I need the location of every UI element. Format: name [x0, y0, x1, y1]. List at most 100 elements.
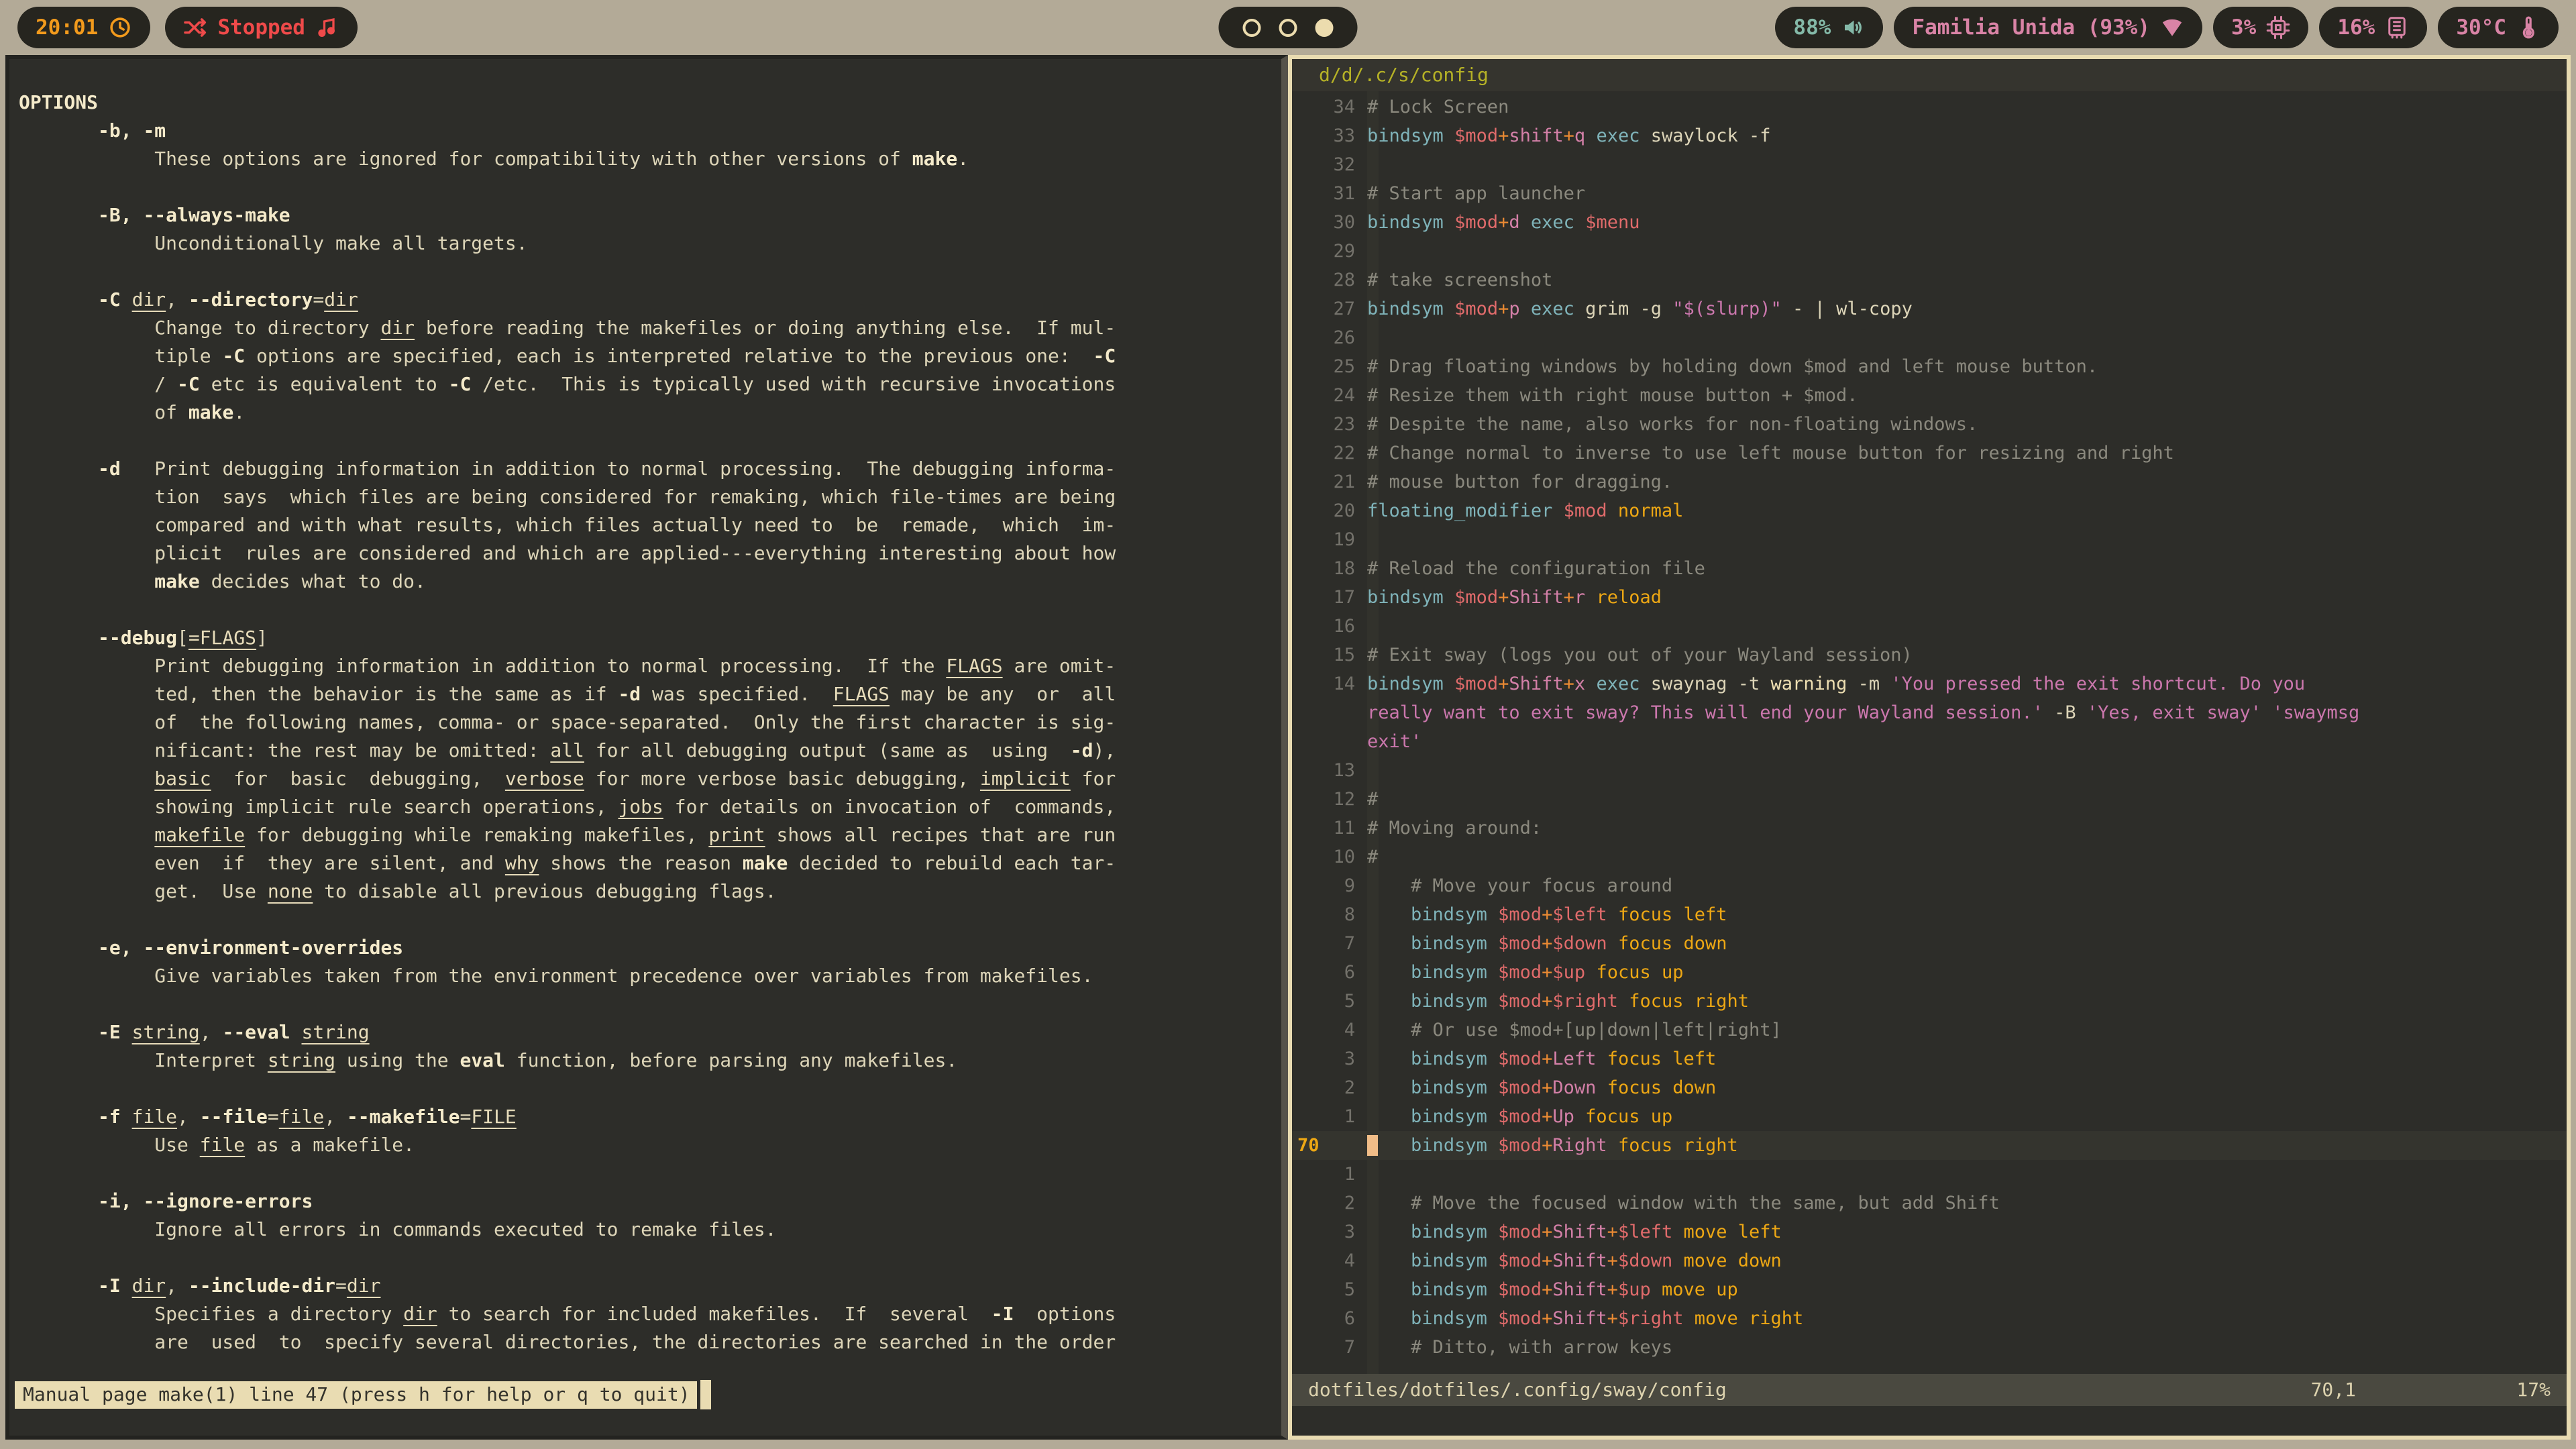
line-number: 31 — [1292, 179, 1367, 208]
wifi-label: Familia Unida (93%) — [1912, 15, 2150, 40]
cpu-label: 3% — [2231, 15, 2256, 40]
man-page-line: -C dir, --directory=dir — [19, 286, 1281, 314]
code-text: # Resize them with right mouse button + … — [1367, 381, 1858, 410]
tiled-windows-area: OPTIONS -b, -m These options are ignored… — [0, 55, 2576, 1440]
line-number: 20 — [1292, 496, 1367, 525]
clock-label: 20:01 — [36, 15, 98, 40]
man-page-line: Give variables taken from the environmen… — [19, 962, 1281, 990]
line-number: 23 — [1292, 410, 1367, 439]
man-page-line: -d Print debugging information in additi… — [19, 455, 1281, 483]
editor-window[interactable]: d/d/.c/s/config 34# Lock Screen33bindsym… — [1288, 55, 2571, 1440]
man-page-line — [19, 1244, 1281, 1272]
line-number: 33 — [1292, 121, 1367, 150]
line-number: 22 — [1292, 439, 1367, 468]
buffer-line: 7 # Ditto, with arrow keys — [1292, 1333, 2567, 1362]
cpu-icon — [2266, 15, 2290, 40]
code-text: bindsym $mod+Shift+$right move right — [1367, 1304, 1803, 1333]
code-text: bindsym $mod+shift+q exec swaylock -f — [1367, 121, 1771, 150]
buffer-line: 3 bindsym $mod+Left focus left — [1292, 1044, 2567, 1073]
code-text: # Drag floating windows by holding down … — [1367, 352, 2098, 381]
memory-pill[interactable]: 16% — [2319, 7, 2427, 48]
buffer-line: 5 bindsym $mod+Shift+$up move up — [1292, 1275, 2567, 1304]
code-text: # Reload the configuration file — [1367, 554, 1705, 583]
man-page-line: -I dir, --include-dir=dir — [19, 1272, 1281, 1300]
buffer-line: 5 bindsym $mod+$right focus right — [1292, 987, 2567, 1016]
line-number: 1 — [1292, 1160, 1367, 1189]
code-text: really want to exit sway? This will end … — [1367, 698, 2359, 727]
workspace-dot-3-active[interactable] — [1316, 19, 1334, 37]
buffer-line-current: 70 bindsym $mod+Right focus right — [1292, 1131, 2567, 1160]
line-number: 4 — [1292, 1016, 1367, 1044]
buffer-line: 12# — [1292, 785, 2567, 814]
code-text: bindsym $mod+Up focus up — [1367, 1102, 1672, 1131]
terminal-window[interactable]: OPTIONS -b, -m These options are ignored… — [5, 55, 1288, 1440]
code-text: bindsym $mod+p exec grim -g "$(slurp)" -… — [1367, 294, 1913, 323]
buffer-line: 7 bindsym $mod+$down focus down — [1292, 929, 2567, 958]
line-number: 3 — [1292, 1044, 1367, 1073]
man-page-line: -f file, --file=file, --makefile=FILE — [19, 1103, 1281, 1131]
buffer-line: 11# Moving around: — [1292, 814, 2567, 843]
wifi-pill[interactable]: Familia Unida (93%) — [1894, 7, 2202, 48]
line-number — [1292, 698, 1367, 727]
clock-pill[interactable]: 20:01 — [17, 7, 150, 48]
code-text: bindsym $mod+Shift+x exec swaynag -t war… — [1367, 669, 2305, 698]
code-text: bindsym $mod+$left focus left — [1367, 900, 1727, 929]
buffer-line: 1 — [1292, 1160, 2567, 1189]
buffer-line: 21# mouse button for dragging. — [1292, 468, 2567, 496]
code-text: # Move the focused window with the same,… — [1367, 1189, 2000, 1218]
buffer-line: 17bindsym $mod+Shift+r reload — [1292, 583, 2567, 612]
volume-icon — [1841, 15, 1865, 40]
memory-label: 16% — [2337, 15, 2375, 40]
ram-icon — [2385, 15, 2409, 40]
temperature-pill[interactable]: 30°C — [2438, 7, 2559, 48]
man-page-line: even if they are silent, and why shows t… — [19, 849, 1281, 877]
line-number: 4 — [1292, 1246, 1367, 1275]
buffer-line: 24# Resize them with right mouse button … — [1292, 381, 2567, 410]
statusline-scroll-percent: 17% — [2490, 1374, 2551, 1406]
line-number: 3 — [1292, 1218, 1367, 1246]
line-number: 34 — [1292, 93, 1367, 121]
shuffle-icon — [183, 15, 207, 40]
code-text: # Move your focus around — [1367, 871, 1672, 900]
code-text: bindsym $mod+$down focus down — [1367, 929, 1727, 958]
buffer-line: 4 bindsym $mod+Shift+$down move down — [1292, 1246, 2567, 1275]
code-text: bindsym $mod+Left focus left — [1367, 1044, 1716, 1073]
man-page-line: -b, -m — [19, 117, 1281, 145]
workspace-dot-1-inactive[interactable] — [1243, 19, 1261, 37]
editor-buffer[interactable]: 34# Lock Screen33bindsym $mod+shift+q ex… — [1292, 91, 2567, 1374]
buffer-line: 13 — [1292, 756, 2567, 785]
buffer-line: 3 bindsym $mod+Shift+$left move left — [1292, 1218, 2567, 1246]
code-text: bindsym $mod+Shift+$up move up — [1367, 1275, 1738, 1304]
workspace-dot-2-inactive[interactable] — [1279, 19, 1297, 37]
buffer-line: 1 bindsym $mod+Up focus up — [1292, 1102, 2567, 1131]
code-text: bindsym $mod+Shift+r reload — [1367, 583, 1662, 612]
buffer-line: 10# — [1292, 843, 2567, 871]
editor-winbar-filename: d/d/.c/s/config — [1292, 59, 2567, 91]
terminal-cursor — [700, 1380, 711, 1409]
buffer-line: 34# Lock Screen — [1292, 93, 2567, 121]
man-page-line: Specifies a directory dir to search for … — [19, 1300, 1281, 1328]
code-text: # Ditto, with arrow keys — [1367, 1333, 1672, 1362]
man-page-line: nificant: the rest may be omitted: all f… — [19, 737, 1281, 765]
man-page-line: Ignore all errors in commands executed t… — [19, 1216, 1281, 1244]
top-status-bar: 20:01 Stopped 88% Familia Unida (93%) 3% 16… — [0, 0, 2576, 55]
man-page-line: tion says which files are being consider… — [19, 483, 1281, 511]
man-page-line: make decides what to do. — [19, 568, 1281, 596]
media-status-label: Stopped — [217, 15, 305, 40]
code-text: exit' — [1367, 727, 1421, 756]
line-number: 29 — [1292, 237, 1367, 266]
cpu-pill[interactable]: 3% — [2213, 7, 2308, 48]
man-page-line: --debug[=FLAGS] — [19, 624, 1281, 652]
wifi-icon — [2160, 15, 2184, 40]
line-number: 1 — [1292, 1102, 1367, 1131]
buffer-line: 32 — [1292, 150, 2567, 179]
volume-pill[interactable]: 88% — [1775, 7, 1883, 48]
pager-status-bar: Manual page make(1) line 47 (press h for… — [15, 1379, 711, 1410]
workspaces-pill[interactable] — [1219, 7, 1358, 48]
code-text: floating_modifier $mod normal — [1367, 496, 1683, 525]
code-text: # Start app launcher — [1367, 179, 1585, 208]
media-pill[interactable]: Stopped — [165, 7, 358, 48]
line-number — [1292, 727, 1367, 756]
line-number: 6 — [1292, 958, 1367, 987]
man-page-line: get. Use none to disable all previous de… — [19, 877, 1281, 906]
